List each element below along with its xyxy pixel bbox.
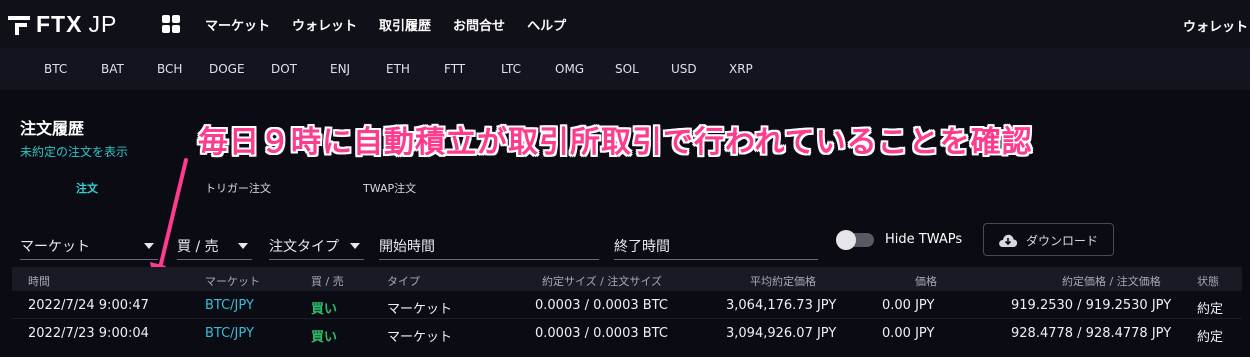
cell-side: 買い [311, 330, 338, 345]
cell-time: 2022/7/24 9:00:47 [28, 298, 149, 313]
coin-omg[interactable]: OMG [555, 62, 584, 76]
cell-market[interactable]: BTC/JPY [205, 298, 254, 313]
nav-help[interactable]: ヘルプ [527, 15, 566, 34]
coin-bch[interactable]: BCH [157, 62, 182, 76]
coin-xrp[interactable]: XRP [729, 62, 753, 76]
cell-side: 買い [311, 302, 338, 317]
cell-avg-price: 3,094,926.07 JPY [726, 326, 837, 341]
coin-bat[interactable]: BAT [101, 62, 124, 76]
cell-type: マーケット [387, 302, 453, 317]
top-nav: FTX JP マーケット ウォレット 取引履歴 お問合せ ヘルプ ウォレット [0, 0, 1250, 48]
brand-name: FTX [36, 10, 83, 37]
table-row[interactable]: 2022/7/24 9:00:47 BTC/JPY 買い マーケット 0.000… [12, 291, 1242, 319]
nav-history[interactable]: 取引履歴 [379, 15, 431, 34]
nav-links: マーケット ウォレット 取引履歴 お問合せ ヘルプ [205, 0, 566, 48]
nav-contact[interactable]: お問合せ [453, 15, 505, 34]
col-price: 価格 [915, 275, 937, 288]
col-fill-price: 約定価格 / 注文価格 [1062, 275, 1161, 288]
cell-status: 約定 [1197, 302, 1224, 317]
col-status: 状態 [1197, 275, 1219, 288]
cell-size: 0.0003 / 0.0003 BTC [535, 326, 668, 341]
page-title: 注文履歴 [20, 119, 85, 138]
coin-enj[interactable]: ENJ [330, 62, 350, 76]
annotation-text: 毎日９時に自動積立が取引所取引で行われていることを確認 [198, 125, 1033, 160]
nav-market[interactable]: マーケット [205, 15, 270, 34]
order-history-panel: 注文履歴 未約定の注文を表示 毎日９時に自動積立が取引所取引で行われていることを… [0, 90, 1250, 357]
col-time: 時間 [28, 275, 50, 288]
side-filter[interactable]: 買 / 売 [177, 232, 252, 260]
cell-price: 0.00 JPY [882, 298, 935, 313]
cell-status: 約定 [1197, 330, 1224, 345]
coin-btc[interactable]: BTC [44, 62, 67, 76]
tab-trigger-orders[interactable]: トリガー注文 [205, 180, 271, 196]
cell-type: マーケット [387, 330, 453, 345]
download-button[interactable]: ダウンロード [983, 223, 1114, 256]
apps-grid-icon[interactable] [162, 15, 180, 33]
cell-time: 2022/7/23 9:00:04 [28, 326, 149, 341]
chevron-down-icon [238, 243, 248, 249]
col-type: タイプ [387, 275, 420, 288]
start-time-field[interactable]: 開始時間 [379, 232, 599, 260]
ftx-logo[interactable]: FTX JP [8, 10, 117, 38]
col-size: 約定サイズ / 注文サイズ [542, 275, 663, 288]
cell-fill-price: 919.2530 / 919.2530 JPY [1011, 298, 1172, 313]
brand-suffix: JP [88, 10, 118, 37]
coin-doge[interactable]: DOGE [209, 62, 245, 76]
order-type-filter[interactable]: 注文タイプ [269, 232, 364, 260]
cell-fill-price: 928.4778 / 928.4778 JPY [1011, 326, 1172, 341]
hide-twaps-toggle[interactable] [836, 230, 874, 250]
coin-sol[interactable]: SOL [615, 62, 639, 76]
hide-twaps-label: Hide TWAPs [885, 232, 963, 247]
nav-wallet[interactable]: ウォレット [292, 15, 357, 34]
cell-avg-price: 3,064,176.73 JPY [726, 298, 837, 313]
coin-ftt[interactable]: FTT [444, 62, 465, 76]
coin-usd[interactable]: USD [671, 62, 697, 76]
chevron-down-icon [144, 243, 154, 249]
col-market: マーケット [205, 275, 260, 288]
orders-table: 時間 マーケット 買 / 売 タイプ 約定サイズ / 注文サイズ 平均約定価格 … [12, 267, 1242, 357]
table-header: 時間 マーケット 買 / 売 タイプ 約定サイズ / 注文サイズ 平均約定価格 … [12, 267, 1242, 291]
coin-eth[interactable]: ETH [386, 62, 410, 76]
col-avg-price: 平均約定価格 [750, 275, 816, 288]
col-side: 買 / 売 [311, 275, 344, 288]
show-open-orders-link[interactable]: 未約定の注文を表示 [20, 143, 128, 160]
table-row[interactable]: 2022/7/23 9:00:04 BTC/JPY 買い マーケット 0.000… [12, 319, 1242, 347]
cell-price: 0.00 JPY [882, 326, 935, 341]
end-time-field[interactable]: 終了時間 [614, 232, 818, 260]
chevron-down-icon [350, 243, 360, 249]
market-filter[interactable]: マーケット [20, 232, 158, 260]
coin-bar: BTC BAT BCH DOGE DOT ENJ ETH FTT LTC OMG… [0, 48, 1250, 90]
coin-ltc[interactable]: LTC [501, 62, 521, 76]
tab-twap-orders[interactable]: TWAP注文 [363, 180, 416, 196]
tab-orders[interactable]: 注文 [76, 180, 98, 196]
cell-size: 0.0003 / 0.0003 BTC [535, 298, 668, 313]
cloud-download-icon [999, 234, 1018, 247]
cell-market[interactable]: BTC/JPY [205, 326, 254, 341]
nav-wallet-right[interactable]: ウォレット [1183, 16, 1248, 35]
ftx-logo-icon [8, 13, 32, 35]
coin-dot[interactable]: DOT [271, 62, 297, 76]
